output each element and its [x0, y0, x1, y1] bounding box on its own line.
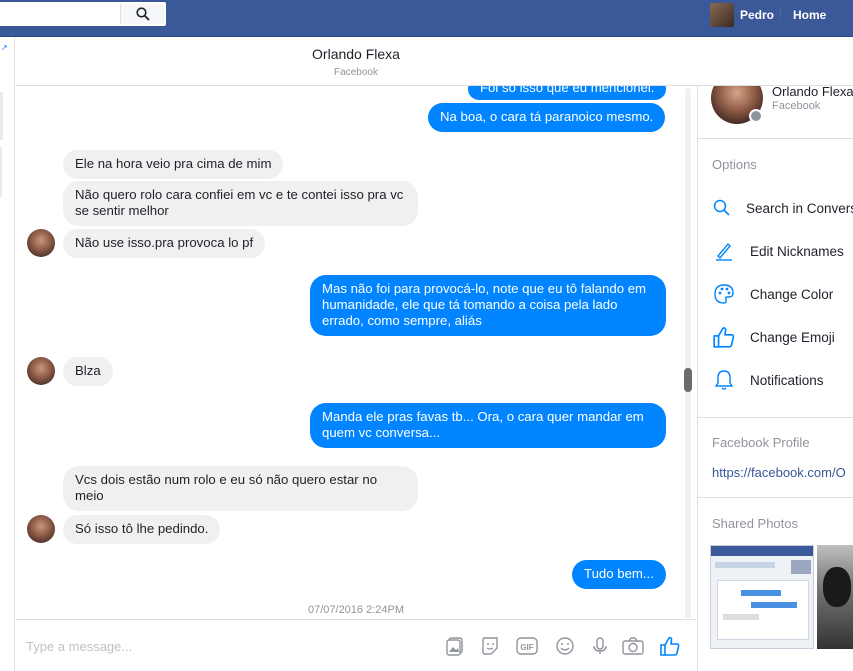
message-bubble-outgoing: Mas não foi para provocá-lo, note que eu… — [310, 275, 666, 336]
camera-icon[interactable] — [621, 634, 645, 658]
top-navigation-bar: Pedro Home — [0, 0, 853, 37]
search-input[interactable] — [0, 2, 166, 26]
divider — [698, 417, 853, 418]
option-search-in-conversation[interactable]: Search in Conversation — [712, 194, 853, 222]
options-heading: Options — [712, 157, 757, 172]
message-bubble-incoming: Não quero rolo cara confiei em vc e te c… — [63, 181, 418, 226]
rail-icon[interactable]: ↗ — [1, 43, 8, 52]
pencil-icon — [712, 239, 736, 263]
option-label: Edit Nicknames — [750, 243, 844, 259]
message-timestamp: 07/07/2016 2:24PM — [307, 604, 405, 616]
thumbnail-detail — [717, 580, 809, 640]
shared-photo-thumbnail[interactable] — [817, 545, 853, 649]
thumbnail-detail — [791, 560, 811, 574]
option-edit-nicknames[interactable]: Edit Nicknames — [712, 237, 853, 265]
conversation-subtitle: Facebook — [334, 67, 378, 78]
search-icon — [712, 196, 732, 220]
avatar[interactable] — [27, 515, 55, 543]
user-name: Pedro — [740, 8, 775, 22]
facebook-profile-link[interactable]: https://facebook.com/O — [712, 465, 846, 480]
thumbnail-detail — [723, 614, 759, 620]
search-button[interactable] — [120, 4, 164, 24]
message-bubble-incoming: Não use isso.pra provoca lo pf — [63, 229, 266, 258]
microphone-icon[interactable] — [588, 634, 612, 658]
shared-photo-thumbnail[interactable] — [710, 545, 814, 649]
message-bubble-incoming: Só isso tô lhe pedindo. — [63, 515, 221, 544]
thumbnail-detail — [823, 567, 851, 607]
contact-source: Facebook — [772, 100, 821, 112]
divider — [698, 138, 853, 139]
message-bubble-incoming: Blza — [63, 357, 113, 386]
svg-text:GIF: GIF — [520, 643, 533, 652]
profile-link[interactable]: Pedro — [710, 3, 774, 27]
message-input[interactable]: Type a message... — [26, 639, 132, 654]
emoji-icon[interactable] — [553, 634, 577, 658]
scrollbar-thumb[interactable] — [684, 368, 692, 392]
avatar[interactable] — [27, 357, 55, 385]
message-bubble-outgoing: Na boa, o cara tá paranoico mesmo. — [428, 103, 666, 132]
conversation-details-sidebar: Orlando Flexa Facebook Options Search in… — [697, 86, 853, 671]
avatar — [710, 3, 734, 27]
thumbs-up-icon — [712, 325, 736, 349]
shared-photos-heading: Shared Photos — [712, 516, 799, 531]
message-bubble-incoming: Ele na hora veio pra cima de mim — [63, 150, 284, 179]
option-label: Change Color — [750, 286, 834, 302]
bell-icon — [712, 368, 736, 392]
thumbnail-detail — [741, 590, 781, 596]
thumbnail-detail — [715, 562, 775, 568]
divider — [698, 497, 853, 498]
palette-icon — [712, 282, 736, 306]
profile-heading: Facebook Profile — [712, 435, 810, 450]
scrollbar-track — [685, 88, 691, 618]
message-bubble-incoming: Vcs dois estão num rolo e eu só não quer… — [63, 466, 418, 511]
sticker-icon[interactable] — [478, 634, 502, 658]
message-thread[interactable]: Foi só isso que eu mencionei. Na boa, o … — [16, 86, 696, 619]
thumbs-up-icon — [660, 636, 680, 656]
divider — [780, 8, 781, 22]
search-icon — [135, 7, 150, 21]
rail-selection — [0, 92, 3, 140]
gif-icon[interactable]: GIF — [515, 634, 539, 658]
avatar[interactable] — [27, 229, 55, 257]
option-label: Change Emoji — [750, 329, 835, 345]
thread-scrollbar[interactable] — [683, 88, 693, 618]
thumbnail-detail — [751, 602, 797, 608]
message-bubble-outgoing: Foi só isso que eu mencionei. — [468, 86, 667, 100]
conversation-list-rail: ↗ — [0, 37, 15, 671]
message-bubble-outgoing: Tudo bem... — [572, 560, 666, 589]
option-notifications[interactable]: Notifications — [712, 366, 853, 394]
message-composer: Type a message... GIF — [16, 619, 696, 671]
image-icon[interactable] — [443, 634, 467, 658]
thumbnail-detail — [711, 546, 813, 556]
facebook-badge-icon — [749, 109, 763, 123]
conversation-title[interactable]: Orlando Flexa — [16, 46, 696, 62]
rail-selection — [0, 147, 2, 197]
option-change-color[interactable]: Change Color — [712, 280, 853, 308]
message-bubble-outgoing: Manda ele pras favas tb... Ora, o cara q… — [310, 403, 666, 448]
option-label: Search in Conversation — [746, 200, 853, 216]
option-change-emoji[interactable]: Change Emoji — [712, 323, 853, 351]
home-link[interactable]: Home — [793, 8, 826, 22]
contact-name[interactable]: Orlando Flexa — [772, 86, 853, 99]
like-button[interactable] — [658, 634, 682, 658]
option-label: Notifications — [750, 372, 824, 388]
conversation-header: Orlando Flexa Facebook — [16, 37, 853, 86]
